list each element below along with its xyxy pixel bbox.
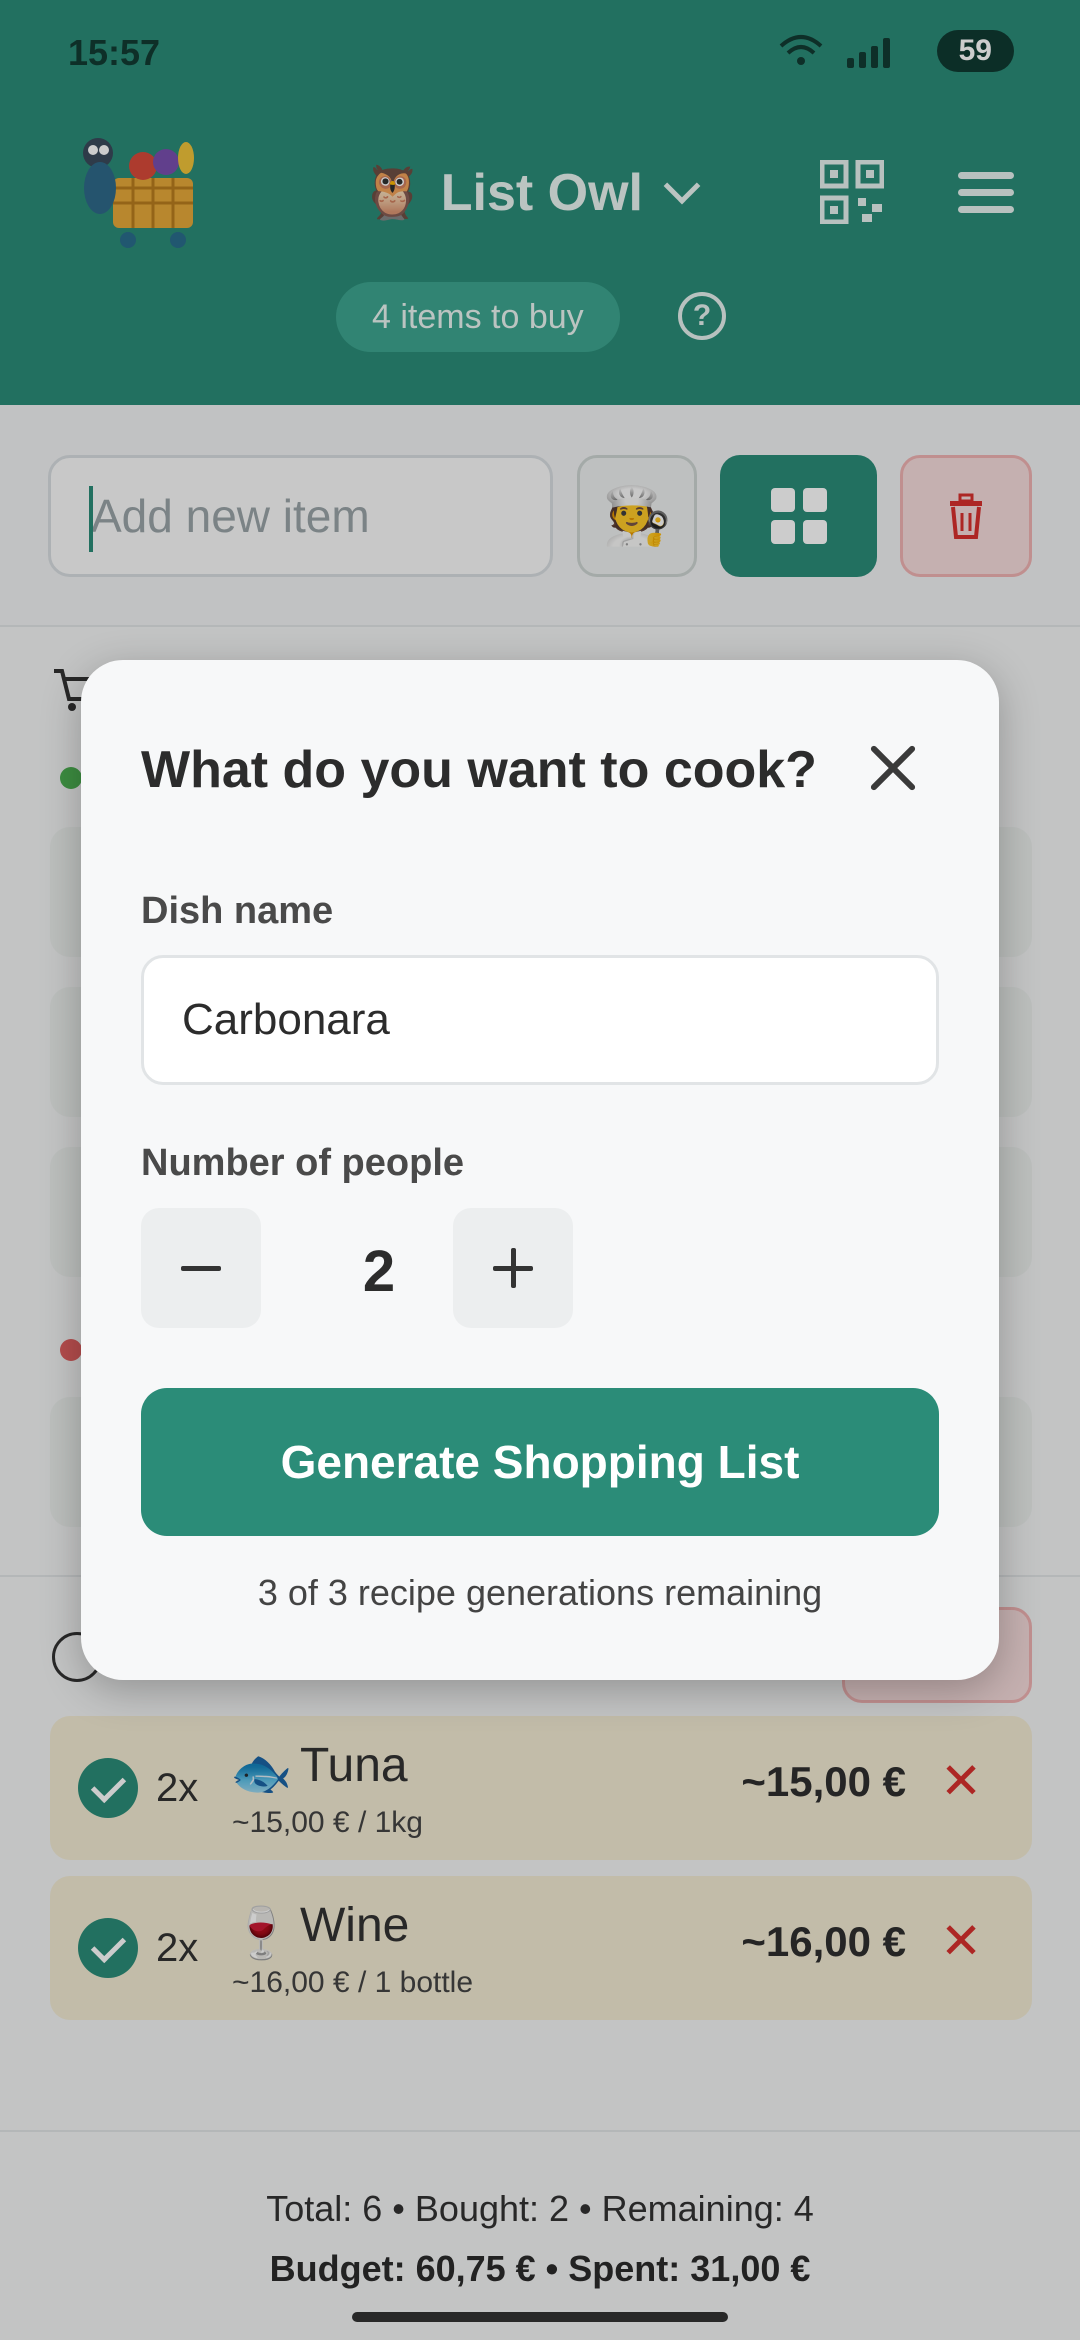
generate-shopping-list-button[interactable]: Generate Shopping List bbox=[141, 1388, 939, 1536]
increase-people-button[interactable] bbox=[453, 1208, 573, 1328]
cook-dialog: What do you want to cook? Dish name Carb… bbox=[81, 660, 999, 1680]
dish-name-input[interactable]: Carbonara bbox=[141, 955, 939, 1085]
people-count-label: Number of people bbox=[141, 1142, 465, 1184]
dialog-title: What do you want to cook? bbox=[141, 741, 817, 799]
close-icon[interactable] bbox=[867, 742, 919, 794]
generations-remaining-text: 3 of 3 recipe generations remaining bbox=[257, 1572, 823, 1613]
dish-name-label: Dish name bbox=[141, 890, 334, 932]
decrease-people-button[interactable] bbox=[141, 1208, 261, 1328]
people-count-value: 2 bbox=[362, 1239, 396, 1304]
